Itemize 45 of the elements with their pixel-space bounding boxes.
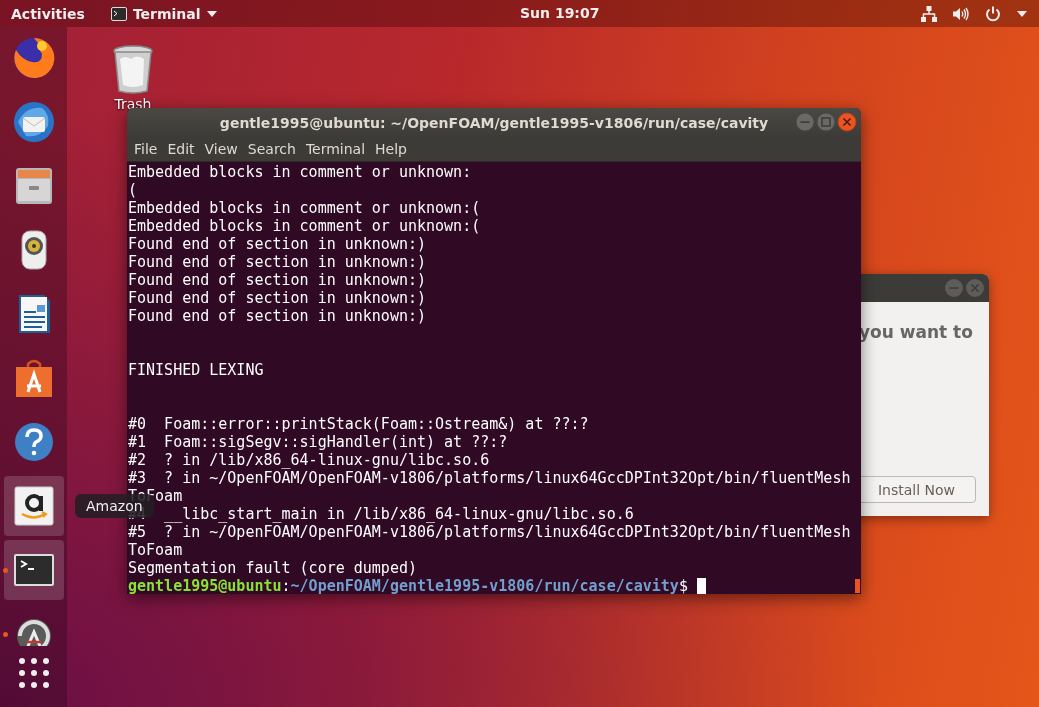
terminal-icon xyxy=(110,6,127,21)
text-cursor xyxy=(696,578,706,594)
dock-button[interactable] xyxy=(3,476,64,536)
terminal-line: Found end of section in unknown:) xyxy=(128,271,426,289)
caret-icon[interactable] xyxy=(1017,10,1027,17)
terminal-line: #2 ? in /lib/x86_64-linux-gnu/libc.so.6 xyxy=(128,451,490,469)
terminal-line: Embedded blocks in comment or unknown: xyxy=(128,163,472,181)
prompt-line: gentle1995@ubuntu:~/OpenFOAM/gentle1995-v1806/run/case/cavity$ xyxy=(128,577,688,594)
mail-icon xyxy=(11,100,56,144)
terminal-line: Embedded blocks in comment or unknown:( xyxy=(128,199,481,217)
terminal-line: #3 ? in ~/OpenFOAM/OpenFOAM-v1806/platforms/linux64GccDPInt32Opt/bin/fluentMesh xyxy=(128,469,851,487)
menu-item[interactable]: Help xyxy=(370,141,412,157)
scrollbar-thumb[interactable] xyxy=(855,579,860,593)
terminal-line: #0 Foam::error::printStack(Foam::Ostream&) at ??:? xyxy=(128,415,589,433)
dialog-heading: you want to xyxy=(859,322,973,342)
window-title: gentle1995@ubuntu: ~/OpenFOAM/gentle1995-v1806/run/case/cavity xyxy=(219,114,769,131)
network-icon[interactable] xyxy=(921,5,937,22)
app-menu-button[interactable]: Terminal xyxy=(132,5,201,22)
trash-icon[interactable] xyxy=(113,45,153,95)
menu-item[interactable]: Edit xyxy=(162,141,200,157)
shopping-icon xyxy=(11,484,56,528)
caret-icon[interactable] xyxy=(206,10,217,17)
browser-icon xyxy=(11,36,56,80)
close-icon[interactable] xyxy=(837,112,857,132)
clock[interactable]: Sun 19:07 xyxy=(520,5,600,21)
terminal-line: #1 Foam::sigSegv::sigHandler(int) at ??:? xyxy=(128,433,508,451)
menu-item[interactable]: File xyxy=(129,141,163,157)
dock-button[interactable] xyxy=(3,540,64,600)
activities-button[interactable]: Activities xyxy=(0,5,96,22)
terminal-line: Found end of section in unknown:) xyxy=(128,253,426,271)
terminal-line: FINISHED LEXING xyxy=(128,361,264,379)
terminal-line: Embedded blocks in comment or unknown:( xyxy=(128,217,481,235)
terminal-line: #5 ? in ~/OpenFOAM/OpenFOAM-v1806/platforms/linux64GccDPInt32Opt/bin/fluentMesh xyxy=(128,523,851,541)
menu-item[interactable]: Search xyxy=(242,141,301,157)
menu-item[interactable]: View xyxy=(199,141,243,157)
terminal-line: ToFoam xyxy=(128,541,183,559)
terminal-line: Found end of section in unknown:) xyxy=(128,235,426,253)
terminal-line: ( xyxy=(128,181,138,199)
power-icon[interactable] xyxy=(985,5,1001,22)
terminal-line: Found end of section in unknown:) xyxy=(128,307,426,325)
terminal-line: Segmentation fault (core dumped) xyxy=(128,559,417,577)
app-grid-icon[interactable] xyxy=(17,656,50,689)
menu-item[interactable]: Terminal xyxy=(300,141,371,157)
terminal-line: Found end of section in unknown:) xyxy=(128,289,426,307)
volume-icon[interactable] xyxy=(953,6,969,21)
